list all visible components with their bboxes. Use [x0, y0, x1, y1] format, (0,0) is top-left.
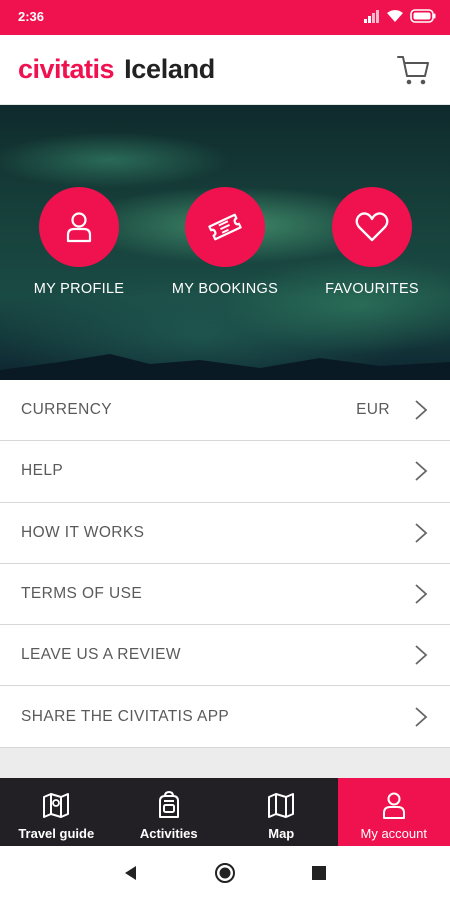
menu-item-currency[interactable]: CURRENCY EUR	[0, 380, 450, 442]
nav-label: Travel guide	[18, 826, 95, 841]
menu-item-label: CURRENCY	[21, 401, 113, 419]
status-icons	[364, 9, 436, 23]
my-bookings-button[interactable]	[185, 187, 265, 267]
favourites-shortcut[interactable]: FAVOURITES	[302, 187, 442, 297]
my-profile-button[interactable]	[39, 187, 119, 267]
ticket-icon	[208, 213, 242, 241]
map-icon	[268, 793, 295, 818]
menu-item-label: HELP	[21, 462, 64, 480]
wifi-icon	[387, 10, 403, 22]
map-book-icon	[43, 793, 70, 818]
chevron-right-icon	[415, 645, 428, 665]
status-bar: 2:36	[0, 0, 450, 35]
app-header: civitatis Iceland	[0, 35, 450, 105]
shopping-cart-icon[interactable]	[396, 52, 432, 88]
system-nav-bar	[0, 846, 450, 900]
menu-item-label: HOW IT WORKS	[21, 523, 145, 541]
menu-item-label: LEAVE US A REVIEW	[21, 646, 181, 664]
user-icon	[66, 212, 92, 243]
chevron-right-icon	[415, 461, 428, 482]
home-icon[interactable]	[214, 862, 236, 884]
menu-item-help[interactable]: HELP	[0, 441, 450, 503]
bottom-nav: Travel guide Activities Map My account	[0, 778, 450, 846]
chevron-right-icon	[415, 400, 428, 420]
currency-value: EUR	[356, 401, 390, 419]
menu-item-label: TERMS OF USE	[21, 585, 143, 603]
chevron-right-icon	[415, 584, 428, 604]
menu-item-how-it-works[interactable]: HOW IT WORKS	[0, 502, 450, 564]
favourites-button[interactable]	[332, 187, 412, 267]
status-time: 2:36	[18, 9, 45, 24]
menu-item-leave-review[interactable]: LEAVE US A REVIEW	[0, 625, 450, 687]
brand-logo: civitatis	[18, 54, 115, 84]
user-icon	[382, 792, 405, 819]
nav-label: Map	[268, 826, 295, 841]
nav-label: My account	[360, 826, 427, 841]
menu-item-share-app[interactable]: SHARE THE CIVITATIS APP	[0, 686, 450, 748]
menu-item-terms-of-use[interactable]: TERMS OF USE	[0, 563, 450, 626]
battery-icon	[410, 9, 436, 23]
nav-my-account[interactable]: My account	[337, 778, 450, 846]
page-title: Iceland	[124, 54, 215, 84]
chevron-right-icon	[415, 706, 428, 727]
nav-travel-guide[interactable]: Travel guide	[0, 778, 113, 846]
brand: civitatis Iceland	[18, 54, 215, 85]
my-bookings-label: MY BOOKINGS	[171, 281, 279, 297]
back-icon[interactable]	[120, 862, 142, 884]
mountains-silhouette	[0, 354, 450, 380]
signal-icon	[364, 10, 379, 23]
menu-item-label: SHARE THE CIVITATIS APP	[21, 707, 230, 725]
favourites-label: FAVOURITES	[325, 281, 419, 297]
content-spacer	[0, 748, 450, 778]
nav-map[interactable]: Map	[225, 778, 338, 846]
nav-activities[interactable]: Activities	[113, 778, 226, 846]
recents-icon[interactable]	[308, 862, 330, 884]
backpack-icon	[158, 790, 179, 818]
hero-banner: MY PROFILE MY BOOKINGS FAVOURITES	[0, 105, 450, 380]
my-bookings-shortcut[interactable]: MY BOOKINGS	[155, 187, 295, 297]
my-profile-shortcut[interactable]: MY PROFILE	[9, 187, 149, 297]
heart-icon	[355, 212, 389, 242]
my-profile-label: MY PROFILE	[33, 281, 125, 297]
chevron-right-icon	[415, 523, 428, 543]
settings-menu: CURRENCY EUR HELP HOW IT WORKS TERMS OF …	[0, 380, 450, 748]
nav-label: Activities	[139, 826, 198, 841]
